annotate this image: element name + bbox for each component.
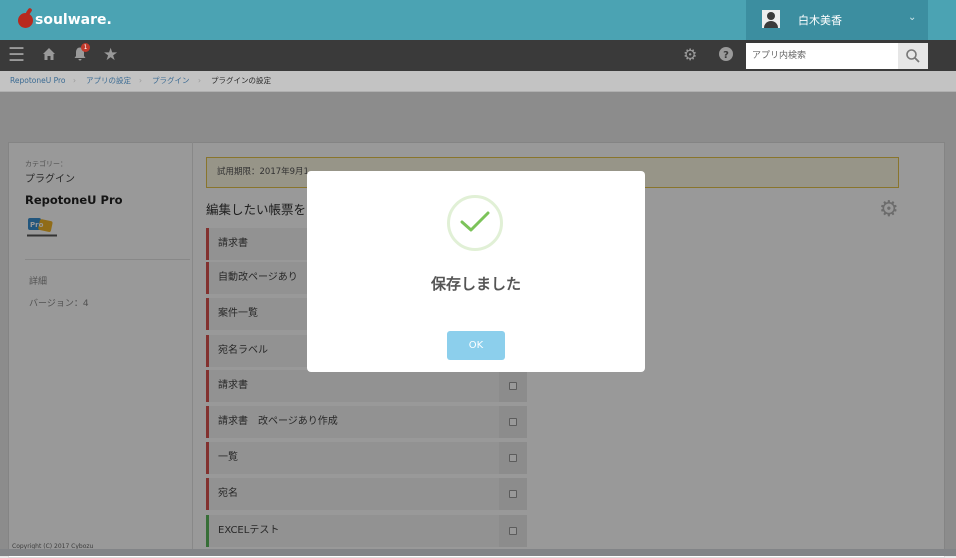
header-edge [928, 0, 956, 40]
modal-backdrop-top [0, 71, 956, 92]
home-icon[interactable] [41, 46, 57, 66]
search-icon [906, 49, 920, 63]
search-input[interactable]: アプリ内検索 [746, 43, 898, 69]
dialog-title: 保存しました [430, 275, 521, 293]
user-name[interactable]: 白木美香 [798, 12, 842, 28]
avatar[interactable] [762, 10, 780, 28]
star-icon[interactable]: ★ [103, 46, 118, 64]
ok-button[interactable]: OK [447, 331, 505, 360]
gear-icon[interactable]: ⚙ [683, 46, 697, 64]
menu-icon[interactable]: ☰ [8, 46, 25, 65]
svg-text:?: ? [723, 50, 729, 61]
brand-logo[interactable]: soulware. [18, 10, 112, 30]
help-icon[interactable]: ? [718, 46, 734, 66]
notification-badge: 1 [81, 43, 90, 52]
check-icon [460, 211, 490, 233]
chevron-down-icon[interactable]: ⌄ [908, 12, 916, 23]
logo-icon [18, 12, 33, 28]
search-button[interactable] [898, 43, 928, 69]
brand-name: soulware. [35, 12, 112, 28]
